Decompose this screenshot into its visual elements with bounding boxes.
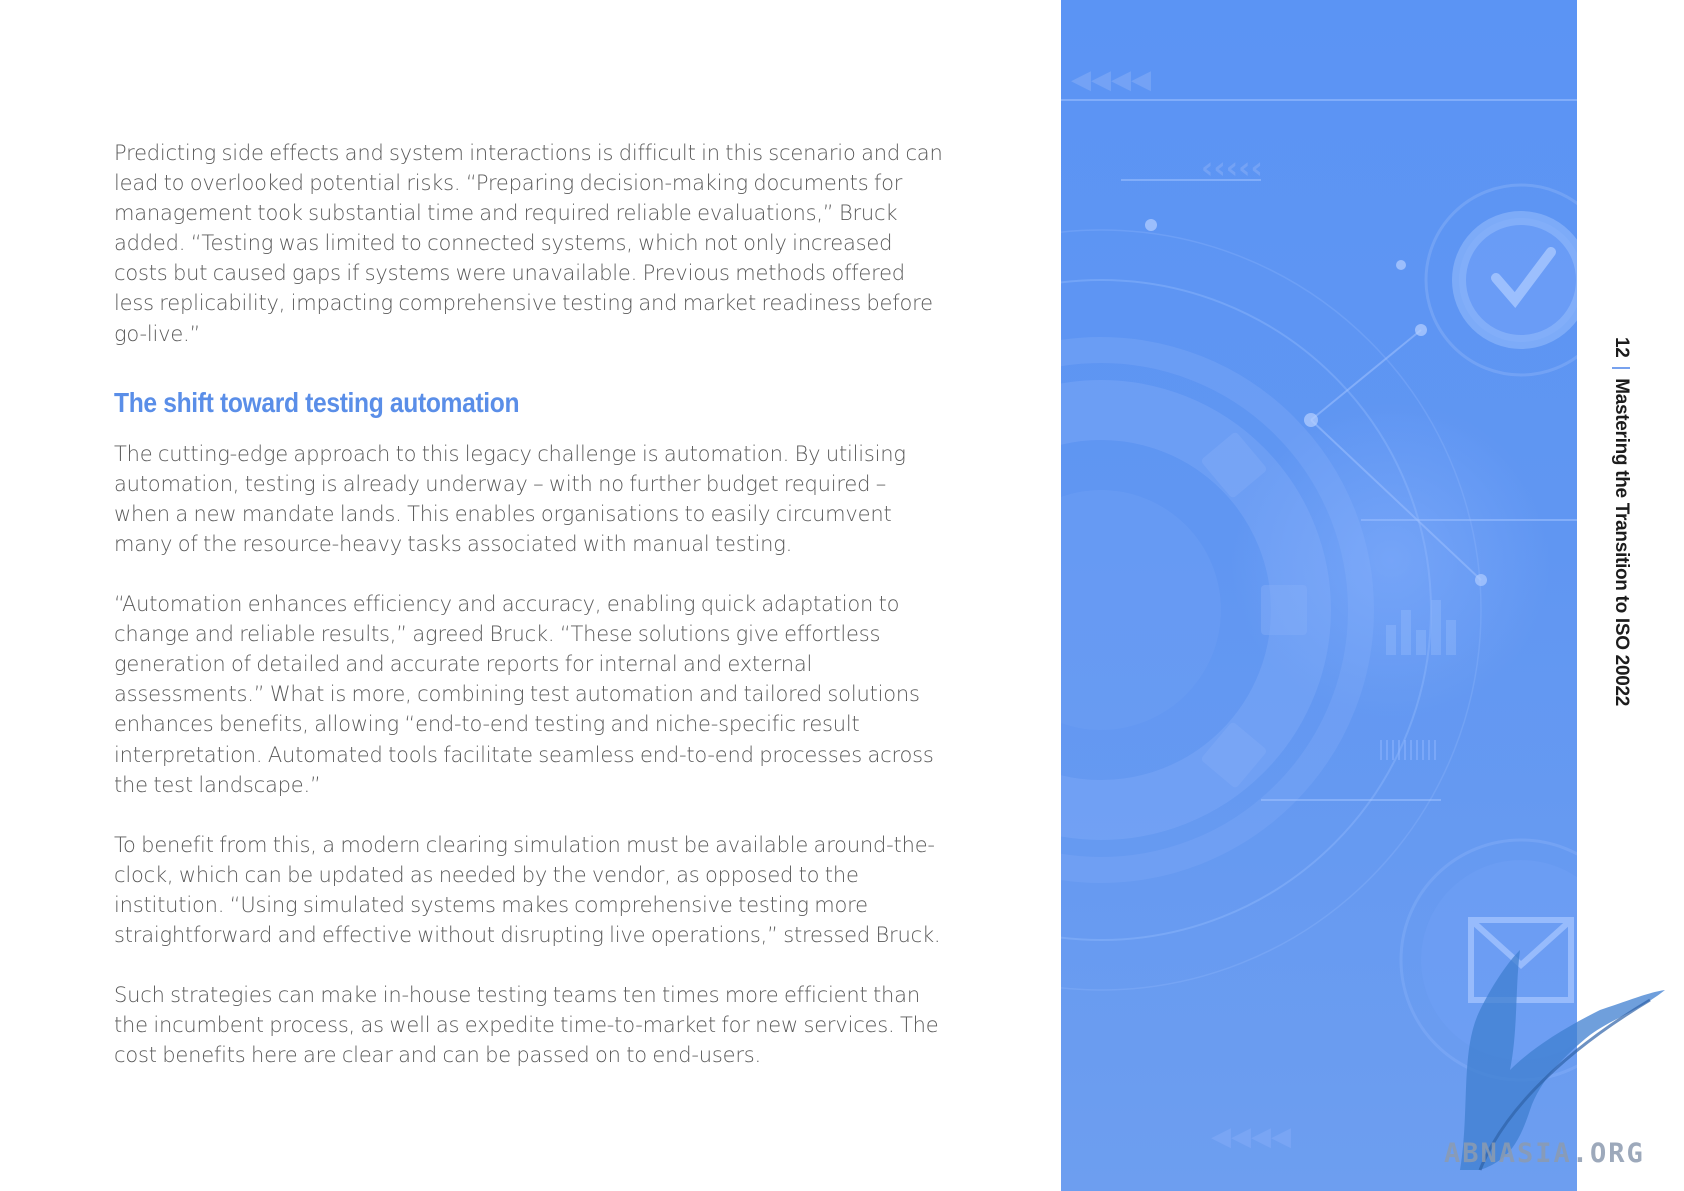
svg-text:◀◀◀◀: ◀◀◀◀: [1071, 65, 1151, 95]
gear-check-icon: [1424, 183, 1577, 377]
header-separator: |: [1611, 365, 1632, 371]
article-paragraph: To benefit from this, a modern clearing …: [114, 832, 941, 947]
svg-text:◀◀◀◀: ◀◀◀◀: [1211, 1122, 1291, 1152]
page-number: 12: [1611, 337, 1632, 358]
section-heading: The shift toward testing automation: [114, 386, 520, 418]
running-header: 12 | Mastering the Transition to ISO 20022: [1610, 337, 1632, 706]
article-paragraph: Such strategies can make in-house testin…: [114, 983, 939, 1068]
article-body: Predicting side effects and system inter…: [114, 138, 944, 1070]
article-paragraph: “Automation enhances efficiency and accu…: [114, 592, 934, 797]
article-paragraph: Predicting side effects and system inter…: [114, 141, 943, 346]
large-gear-core: [1061, 490, 1221, 730]
barcode-strips: [1380, 740, 1436, 760]
document-title: Mastering the Transition to ISO 20022: [1611, 378, 1632, 707]
svg-text:‹‹‹‹‹: ‹‹‹‹‹: [1201, 151, 1263, 186]
watermark-text: ABNASIA.ORG: [1444, 1138, 1645, 1169]
article-paragraph: The cutting-edge approach to this legacy…: [114, 441, 906, 556]
